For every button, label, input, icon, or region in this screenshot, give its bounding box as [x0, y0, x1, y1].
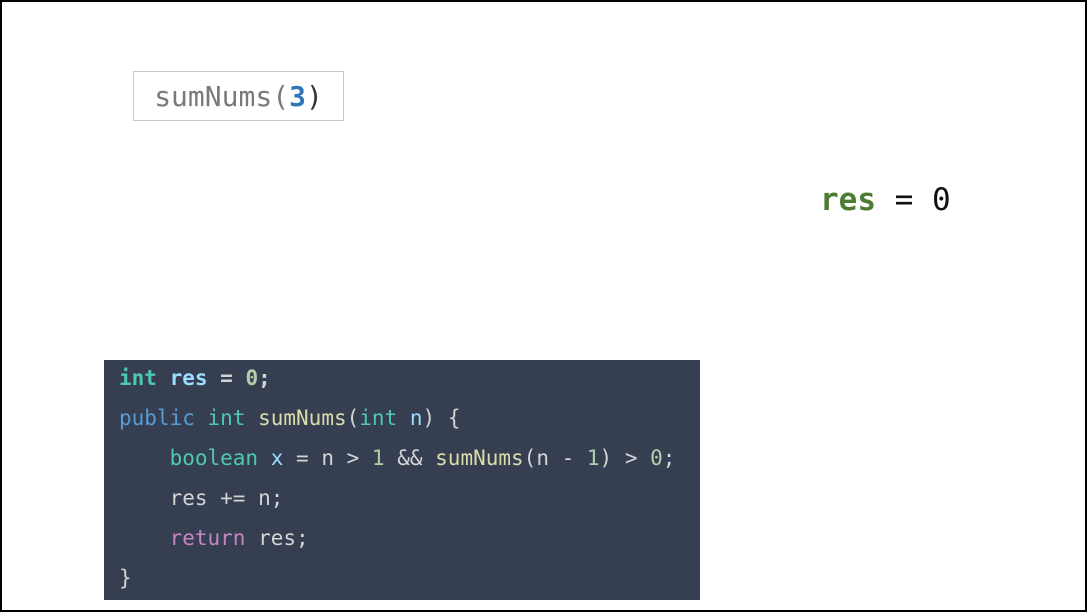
res-value: 0	[932, 182, 951, 218]
call-close-paren: )	[305, 79, 323, 113]
code-token: 0	[650, 446, 663, 470]
code-token: res	[169, 366, 208, 390]
code-line-5: return res;	[119, 518, 309, 558]
call-argument: 3	[289, 79, 306, 113]
call-function-name: sumNums	[154, 79, 273, 113]
code-token: 1	[371, 446, 385, 470]
code-token: n	[409, 406, 423, 430]
code-line-4: res += n;	[119, 478, 284, 518]
res-equals-sign: =	[876, 182, 932, 218]
code-token: ) {	[422, 406, 461, 430]
code-line-2: public int sumNums(int n) {	[119, 398, 460, 438]
current-call-box: sumNums(3)	[133, 71, 344, 121]
code-token: int	[207, 406, 246, 430]
code-token: return	[169, 526, 246, 550]
code-token: = n >	[283, 446, 372, 470]
code-token: x	[270, 446, 284, 470]
code-line-3: boolean x = n > 1 && sumNums(n - 1) > 0;	[119, 438, 676, 478]
call-open-paren: (	[272, 79, 290, 113]
res-variable-name: res	[820, 182, 876, 218]
code-token: ;	[662, 446, 676, 470]
code-line-6: }	[119, 558, 132, 598]
code-token: boolean	[169, 446, 259, 470]
code-token: res;	[245, 526, 309, 550]
code-token: (	[346, 406, 360, 430]
code-token: 0	[245, 366, 259, 390]
code-token: (n -	[523, 446, 587, 470]
code-token: =	[207, 366, 246, 390]
code-panel: int res = 0; public int sumNums(int n) {…	[104, 360, 700, 600]
code-token: }	[119, 566, 132, 590]
code-token: int	[359, 406, 398, 430]
code-token: ;	[258, 366, 271, 390]
code-token: ) >	[599, 446, 651, 470]
code-token: &&	[384, 446, 436, 470]
code-token: public	[119, 406, 195, 430]
code-token: sumNums	[435, 446, 524, 470]
canvas-frame: sumNums(3) res = 0 int res = 0; public i…	[0, 0, 1087, 612]
code-token: int	[119, 366, 157, 390]
res-state-display: res = 0	[820, 180, 951, 220]
code-token: sumNums	[258, 406, 347, 430]
code-line-1: int res = 0;	[119, 358, 271, 398]
code-token: res += n;	[119, 486, 284, 510]
code-token: 1	[586, 446, 600, 470]
